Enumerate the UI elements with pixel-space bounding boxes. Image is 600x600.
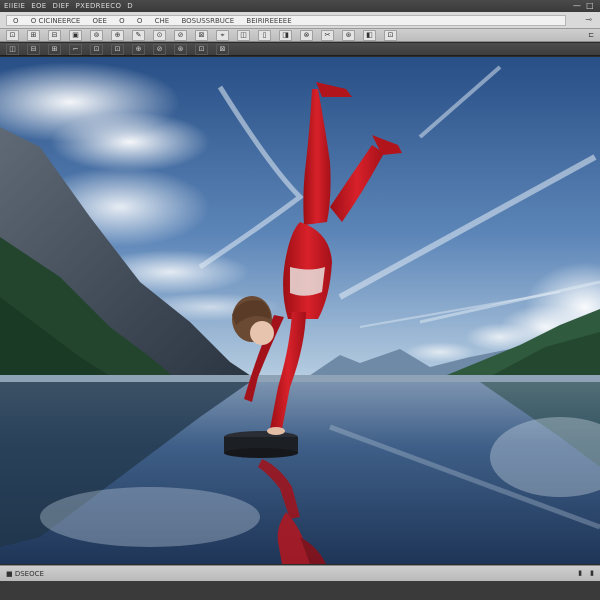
toolbar-button-6[interactable]: ⊕ (111, 29, 124, 41)
menu-bar: EIIEIE EOE DIEF PXEDREECO D (0, 2, 133, 10)
toolbar-button-9[interactable]: ⊘ (174, 29, 187, 41)
option-button-10[interactable]: ⊡ (195, 43, 208, 55)
toolbar-button-3[interactable]: ⊟ (48, 29, 61, 41)
path-segment: BEIRIREEEEE (246, 16, 292, 25)
option-button-8[interactable]: ⊘ (153, 43, 166, 55)
minimize-icon[interactable]: — (573, 1, 581, 10)
bottom-panel (0, 581, 600, 600)
title-menu-bar: EIIEIE EOE DIEF PXEDREECO D — □ (0, 0, 600, 12)
toolbar-button-18[interactable]: ◧ (363, 29, 376, 41)
status-indicator-icon[interactable]: ▮ (578, 569, 582, 577)
option-button-4[interactable]: ⌐ (69, 43, 82, 55)
menu-item-1[interactable]: EIIEIE (4, 2, 25, 10)
toolbar-button-19[interactable]: ⊡ (384, 29, 397, 41)
menu-item-4[interactable]: PXEDREECO (76, 2, 122, 10)
toolbar-button-5[interactable]: ⊚ (90, 29, 103, 41)
option-button-9[interactable]: ⊛ (174, 43, 187, 55)
option-button-2[interactable]: ⊟ (27, 43, 40, 55)
image-canvas[interactable] (0, 57, 600, 564)
document-path-field[interactable]: O O CICINEERCE OEE O O CHE BOSUSSRBUCE B… (6, 14, 566, 26)
option-button-5[interactable]: ⊡ (90, 43, 103, 55)
toolbar-button-8[interactable]: ⊙ (153, 29, 166, 41)
path-segment: BOSUSSRBUCE (181, 16, 235, 25)
status-bar: ■ DSEOCE ▮ ▮ (0, 565, 600, 581)
toolbar-button-7[interactable]: ✎ (132, 29, 145, 41)
path-segment: OEE (92, 16, 107, 25)
option-button-3[interactable]: ⊞ (48, 43, 61, 55)
toolbar-button-17[interactable]: ⊛ (342, 29, 355, 41)
toolbar-button-12[interactable]: ◫ (237, 29, 250, 41)
status-indicator-icon[interactable]: ▮ (590, 569, 594, 577)
image-editor-window: EIIEIE EOE DIEF PXEDREECO D — □ O O CICI… (0, 0, 600, 600)
menu-item-3[interactable]: DIEF (53, 2, 70, 10)
toolbar-button-4[interactable]: ▣ (69, 29, 82, 41)
toolbar-button-15[interactable]: ⊗ (300, 29, 313, 41)
status-text: ■ DSEOCE (6, 569, 44, 578)
menu-item-5[interactable]: D (127, 2, 133, 10)
main-toolbar: ⊡ ⊞ ⊟ ▣ ⊚ ⊕ ✎ ⊙ ⊘ ⊠ ⌖ ◫ ▯ ◨ ⊗ ✂ ⊛ ◧ ⊡ ⊏ (0, 29, 600, 42)
path-segment: O (119, 16, 125, 25)
path-segment: O CICINEERCE (30, 16, 81, 25)
toolbar-button-11[interactable]: ⌖ (216, 29, 229, 41)
option-button-1[interactable]: ◫ (6, 43, 19, 55)
toolbar-button-1[interactable]: ⊡ (6, 29, 19, 41)
toolbar-button-2[interactable]: ⊞ (27, 29, 40, 41)
path-segment: O (13, 16, 19, 25)
path-segment: CHE (154, 16, 170, 25)
option-button-7[interactable]: ⊕ (132, 43, 145, 55)
toolbar-button-10[interactable]: ⊠ (195, 29, 208, 41)
document-path-bar: O O CICINEERCE OEE O O CHE BOSUSSRBUCE B… (0, 12, 600, 29)
option-button-6[interactable]: ⊡ (111, 43, 124, 55)
toolbar-button-16[interactable]: ✂ (321, 29, 334, 41)
path-segment: O (136, 16, 143, 25)
toolbar-button-14[interactable]: ◨ (279, 29, 292, 41)
menu-item-2[interactable]: EOE (31, 2, 46, 10)
maximize-icon[interactable]: □ (586, 1, 594, 10)
toolbar-menu-icon[interactable]: ⊏ (588, 31, 594, 39)
image-icon (0, 57, 600, 564)
status-right-controls: ▮ ▮ (578, 569, 594, 577)
option-button-11[interactable]: ⊠ (216, 43, 229, 55)
options-toolbar: ◫ ⊟ ⊞ ⌐ ⊡ ⊡ ⊕ ⊘ ⊛ ⊡ ⊠ (0, 43, 600, 56)
window-controls: — □ (573, 1, 594, 10)
path-bar-options-icon[interactable]: ⊸ (585, 15, 592, 24)
toolbar-button-13[interactable]: ▯ (258, 29, 271, 41)
